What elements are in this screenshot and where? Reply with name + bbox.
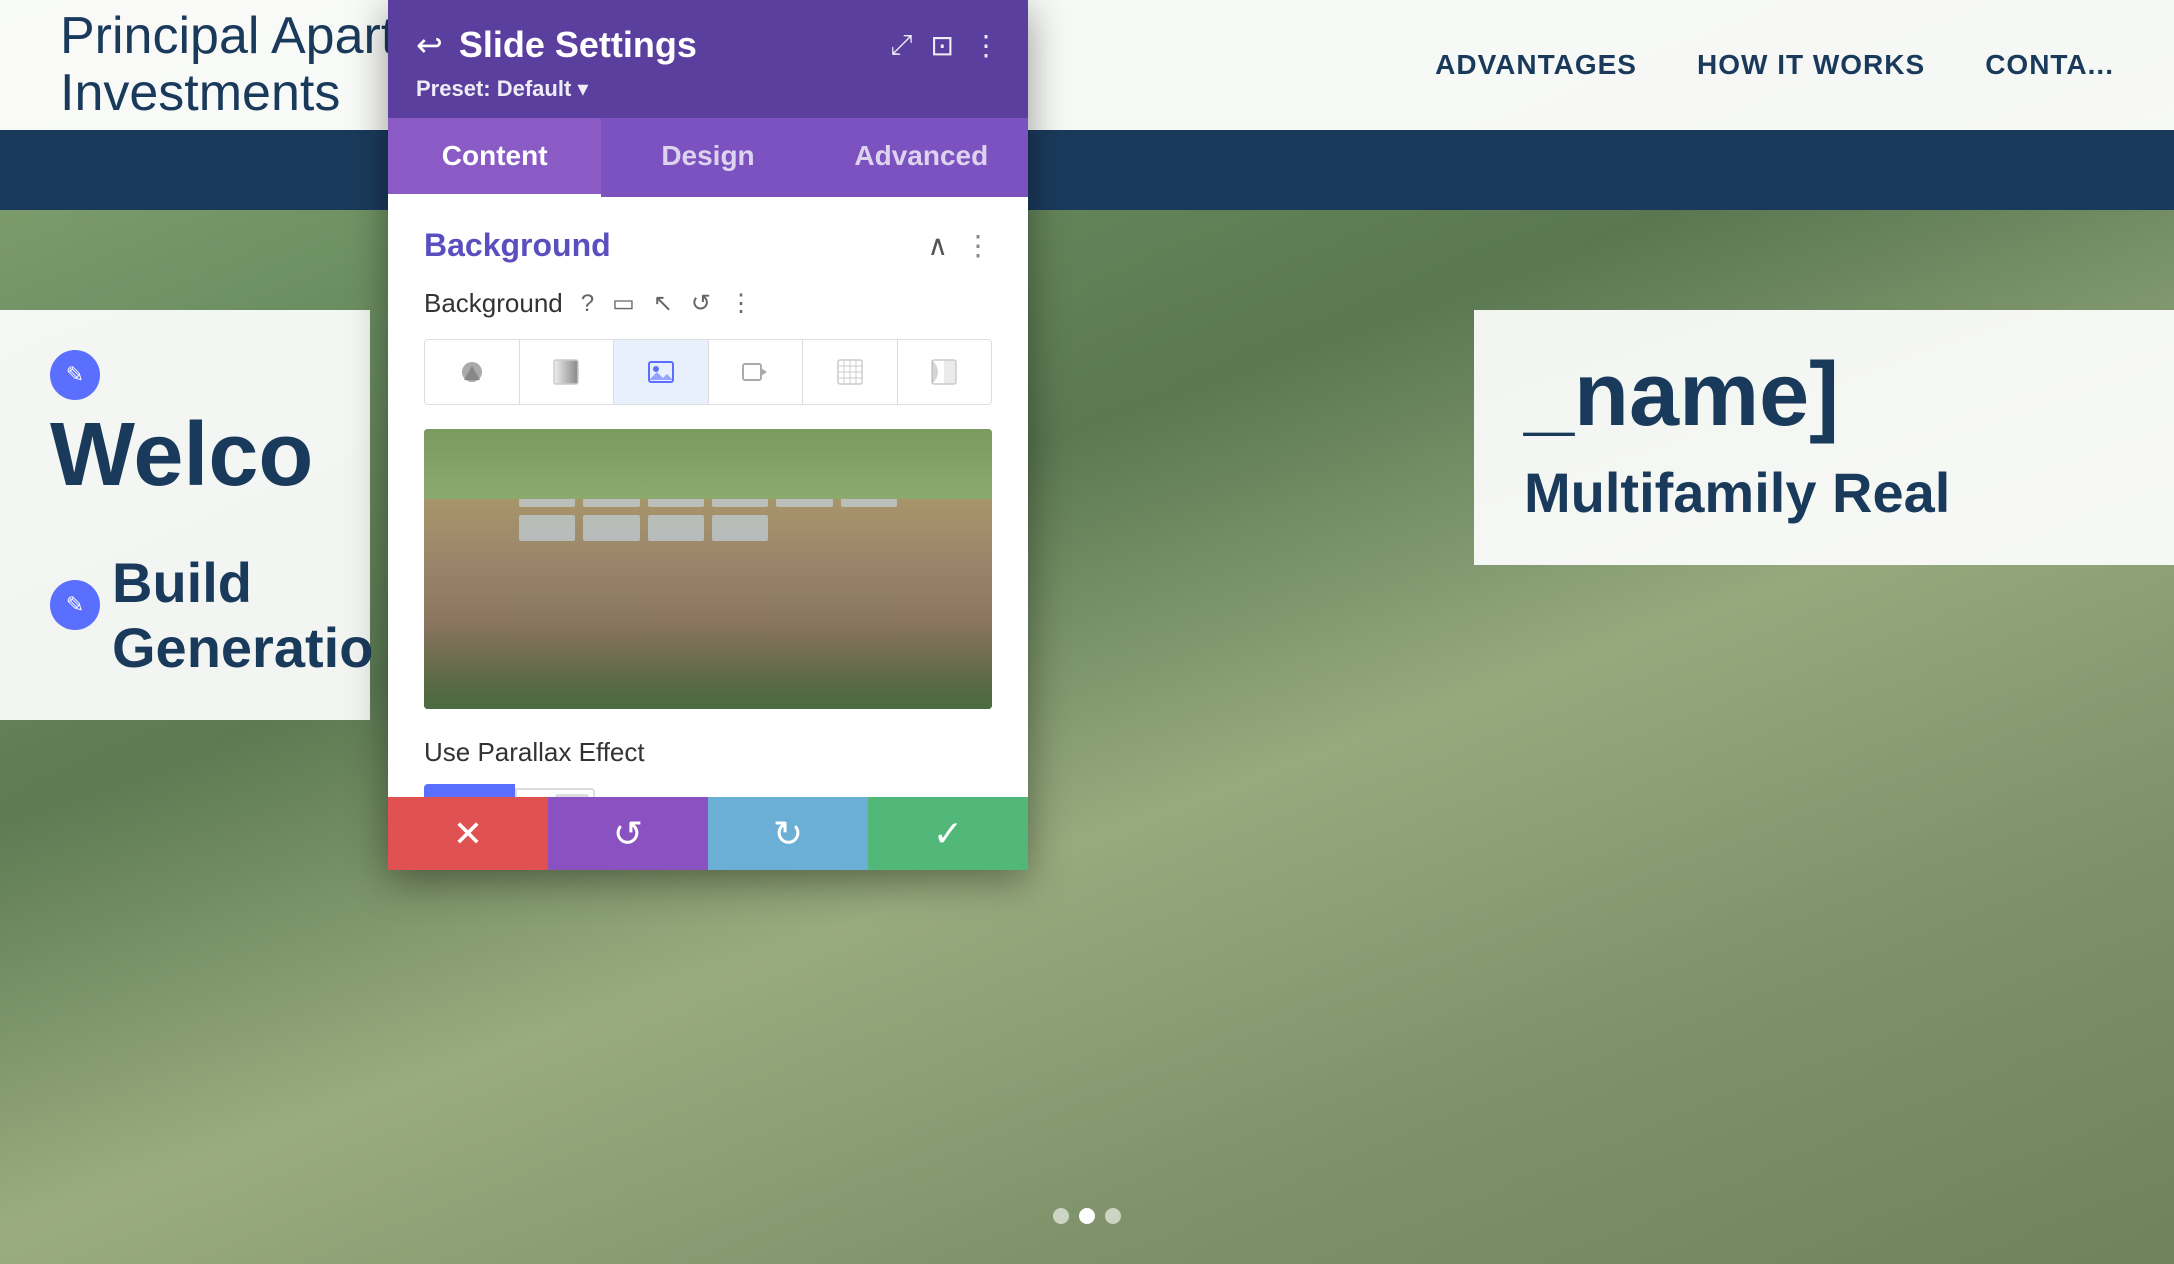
background-row: Background ? ▭ ↖ ↺ ⋮ xyxy=(424,288,992,319)
tab-content[interactable]: Content xyxy=(388,118,601,197)
hero-name-text: _name] xyxy=(1524,350,2124,440)
toggle-yes-label: YES xyxy=(424,784,515,797)
hero-left-box: ✎ Welco ✎ Build Generatio xyxy=(0,310,370,720)
cursor-icon[interactable]: ↖ xyxy=(653,289,673,318)
slide-dots-indicator xyxy=(1053,1208,1121,1224)
preset-label[interactable]: Preset: Default ▾ xyxy=(416,76,588,101)
panel-header: ↩ Slide Settings ⤢ ⊡ ⋮ Preset: Default ▾ xyxy=(388,0,1028,118)
background-section-header: Background ∧ ⋮ xyxy=(424,227,992,264)
undo-icon: ↺ xyxy=(613,813,643,855)
redo-button[interactable]: ↻ xyxy=(708,797,868,870)
redo-icon: ↻ xyxy=(773,813,803,855)
dot-1[interactable] xyxy=(1053,1208,1069,1224)
bg-type-video[interactable] xyxy=(709,340,804,404)
edit-icon-build[interactable]: ✎ xyxy=(50,580,100,630)
back-arrow-icon[interactable]: ↩ xyxy=(416,26,443,64)
nav-advantages[interactable]: ADVANTAGES xyxy=(1435,49,1637,81)
help-icon[interactable]: ? xyxy=(581,290,594,318)
panel-tabs: Content Design Advanced xyxy=(388,118,1028,197)
undo-button[interactable]: ↺ xyxy=(548,797,708,870)
background-more-icon[interactable]: ⋮ xyxy=(729,289,753,318)
section-more-icon[interactable]: ⋮ xyxy=(964,229,992,262)
save-button[interactable]: ✓ xyxy=(868,797,1028,870)
panel-body: Background ∧ ⋮ Background ? ▭ ↖ ↺ ⋮ xyxy=(388,197,1028,797)
bg-type-color[interactable] xyxy=(425,340,520,404)
tab-advanced[interactable]: Advanced xyxy=(815,118,1028,197)
bg-type-buttons xyxy=(424,339,992,405)
parallax-label: Use Parallax Effect xyxy=(424,737,992,768)
nav-contact[interactable]: CONTA... xyxy=(1985,49,2114,81)
panel-title: Slide Settings xyxy=(459,24,697,66)
apt-building-image xyxy=(424,429,992,709)
cancel-icon: ✕ xyxy=(453,813,483,855)
reset-icon[interactable]: ↺ xyxy=(691,289,711,318)
dot-3[interactable] xyxy=(1105,1208,1121,1224)
hero-welcome-text: Welco xyxy=(50,410,320,500)
background-label: Background xyxy=(424,288,563,319)
hero-multifamily-text: Multifamily Real xyxy=(1524,460,2124,525)
bg-type-mask[interactable] xyxy=(898,340,992,404)
hero-build-text: Build Generatio xyxy=(112,550,373,680)
device-icon[interactable]: ▭ xyxy=(612,289,635,318)
bg-image-preview[interactable] xyxy=(424,429,992,709)
edit-icon-welcome[interactable]: ✎ xyxy=(50,350,100,400)
parallax-toggle-wrapper[interactable]: YES xyxy=(424,784,992,797)
resize-icon[interactable]: ⤢ xyxy=(890,29,912,62)
hero-right-box: _name] Multifamily Real xyxy=(1474,310,2174,565)
save-icon: ✓ xyxy=(933,813,963,855)
section-header-icons: ∧ ⋮ xyxy=(928,229,993,262)
nav-links: ADVANTAGES HOW IT WORKS CONTA... xyxy=(1435,49,2114,81)
toggle-thumb xyxy=(555,794,589,797)
dot-2[interactable] xyxy=(1079,1208,1095,1224)
top-navigation: Principal Apartm Investments ADVANTAGES … xyxy=(0,0,2174,130)
cancel-button[interactable]: ✕ xyxy=(388,797,548,870)
slide-settings-panel: ↩ Slide Settings ⤢ ⊡ ⋮ Preset: Default ▾… xyxy=(388,0,1028,870)
parallax-section: Use Parallax Effect YES xyxy=(424,737,992,797)
toggle-track[interactable] xyxy=(515,788,595,797)
dark-bar xyxy=(0,130,2174,210)
panel-footer: ✕ ↺ ↻ ✓ xyxy=(388,797,1028,870)
panel-header-icons: ⤢ ⊡ ⋮ xyxy=(890,29,1000,62)
nav-how-it-works[interactable]: HOW IT WORKS xyxy=(1697,49,1925,81)
section-title: Background xyxy=(424,227,611,264)
bg-type-pattern[interactable] xyxy=(803,340,898,404)
more-options-icon[interactable]: ⋮ xyxy=(972,29,1000,62)
bg-type-gradient[interactable] xyxy=(520,340,615,404)
layout-icon[interactable]: ⊡ xyxy=(931,29,954,62)
bg-type-image[interactable] xyxy=(614,340,709,404)
tab-design[interactable]: Design xyxy=(601,118,814,197)
collapse-icon[interactable]: ∧ xyxy=(928,229,949,262)
